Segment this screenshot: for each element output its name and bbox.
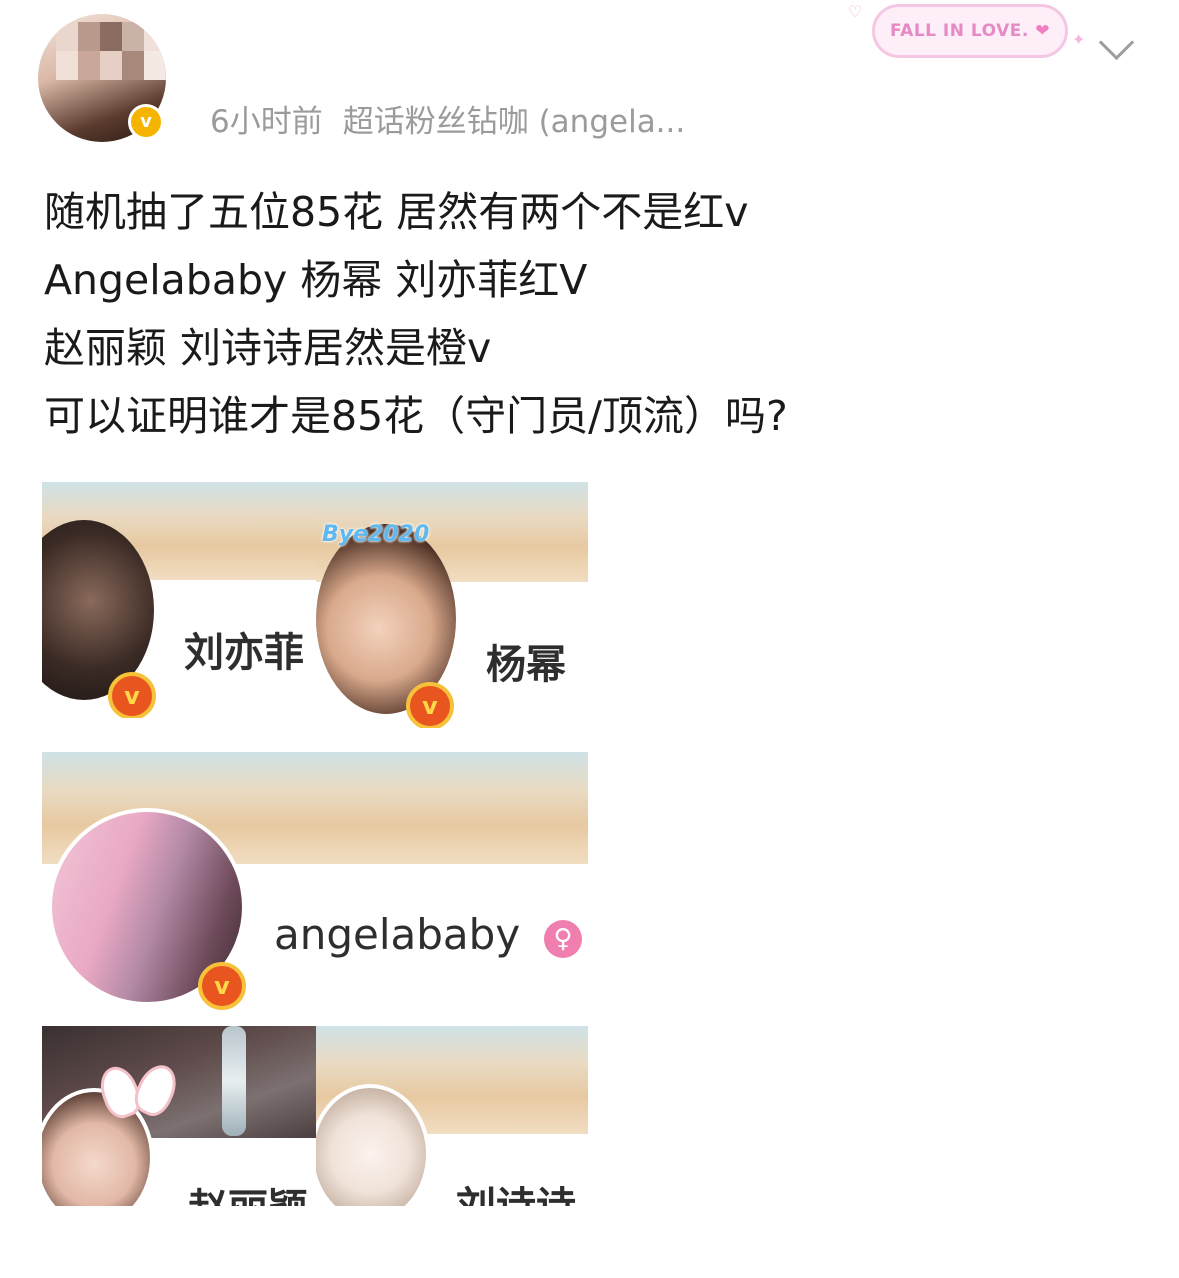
profile-card-liu-shishi[interactable]: 刘诗诗 [316,1026,588,1206]
sticker-bye2020: Bye2020 [322,522,430,547]
heart-icon: ❤ [1035,21,1050,41]
post-line: 赵丽颖 刘诗诗居然是橙v [44,324,492,372]
female-gender-icon: ♀ [544,920,582,958]
profile-name: 杨幂 [486,642,566,688]
sparkle-icon: ♡ [848,2,863,21]
chevron-down-icon[interactable] [1098,24,1135,61]
profile-name: 刘亦菲 [184,630,304,676]
sticker-text: FALL IN LOVE. [890,21,1029,41]
profile-name: 刘诗诗 [456,1174,576,1206]
pixelated-face [56,22,166,80]
profile-name: angelababy [274,910,521,959]
author-avatar[interactable]: v [38,14,166,142]
post-time: 6小时前 [210,104,323,140]
profile-card-yang-mi[interactable]: Bye2020 v 杨幂 [316,482,588,728]
verified-v-icon: v [406,682,454,728]
post-line: Angelababy 杨幂 刘亦菲红V [44,256,588,304]
post-line: 可以证明谁才是85花（守门员/顶流）吗? [44,392,788,440]
fall-in-love-sticker: FALL IN LOVE. ❤ [872,4,1068,58]
post-source[interactable]: 超话粉丝钻咖 (angela... [343,104,686,140]
verified-badge-icon: v [128,104,164,140]
post-meta: 6小时前 超话粉丝钻咖 (angela... [210,96,685,141]
post-body: 随机抽了五位85花 居然有两个不是红v Angelababy 杨幂 刘亦菲红V … [44,178,788,450]
sparkle-icon: ✦ [1072,30,1086,49]
post-line: 随机抽了五位85花 居然有两个不是红v [44,188,749,236]
verified-v-icon: v [108,672,156,718]
profile-card-angelababy[interactable]: v angelababy ♀ [42,752,588,1014]
verified-v-icon: v [198,962,246,1010]
pendant-ornament [222,1026,246,1136]
profile-card-liu-yifei[interactable]: v 刘亦菲 [42,482,318,718]
profile-name: 赵丽颖 [188,1176,308,1206]
profile-card-zhao-liying[interactable]: 赵丽颖 [42,1026,318,1206]
